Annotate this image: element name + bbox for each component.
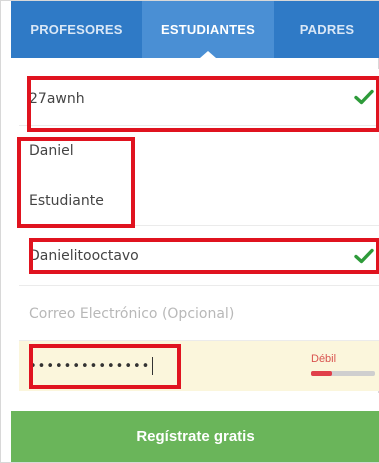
highlight-box-username <box>29 238 379 274</box>
tab-estudiantes[interactable]: ESTUDIANTES <box>142 1 274 58</box>
active-tab-pointer <box>200 51 216 58</box>
email-field[interactable]: Correo Electrónico (Opcional) <box>19 286 379 341</box>
highlight-box-name <box>17 137 135 228</box>
tab-profesores[interactable]: PROFESORES <box>11 1 142 58</box>
password-strength-label: Débil <box>311 353 337 365</box>
form-spacer <box>11 393 379 411</box>
signup-panel: PROFESORES ESTUDIANTES PADRES 27awnh Dan… <box>0 0 379 463</box>
password-strength-meter <box>311 371 375 376</box>
register-button[interactable]: Regístrate gratis <box>11 411 379 462</box>
highlight-box-password <box>29 344 181 389</box>
highlight-box-class-code <box>27 76 379 132</box>
email-placeholder: Correo Electrónico (Opcional) <box>29 305 235 322</box>
tab-padres[interactable]: PADRES <box>274 1 379 58</box>
password-strength-fill <box>311 371 333 376</box>
role-tabs: PROFESORES ESTUDIANTES PADRES <box>11 1 379 58</box>
